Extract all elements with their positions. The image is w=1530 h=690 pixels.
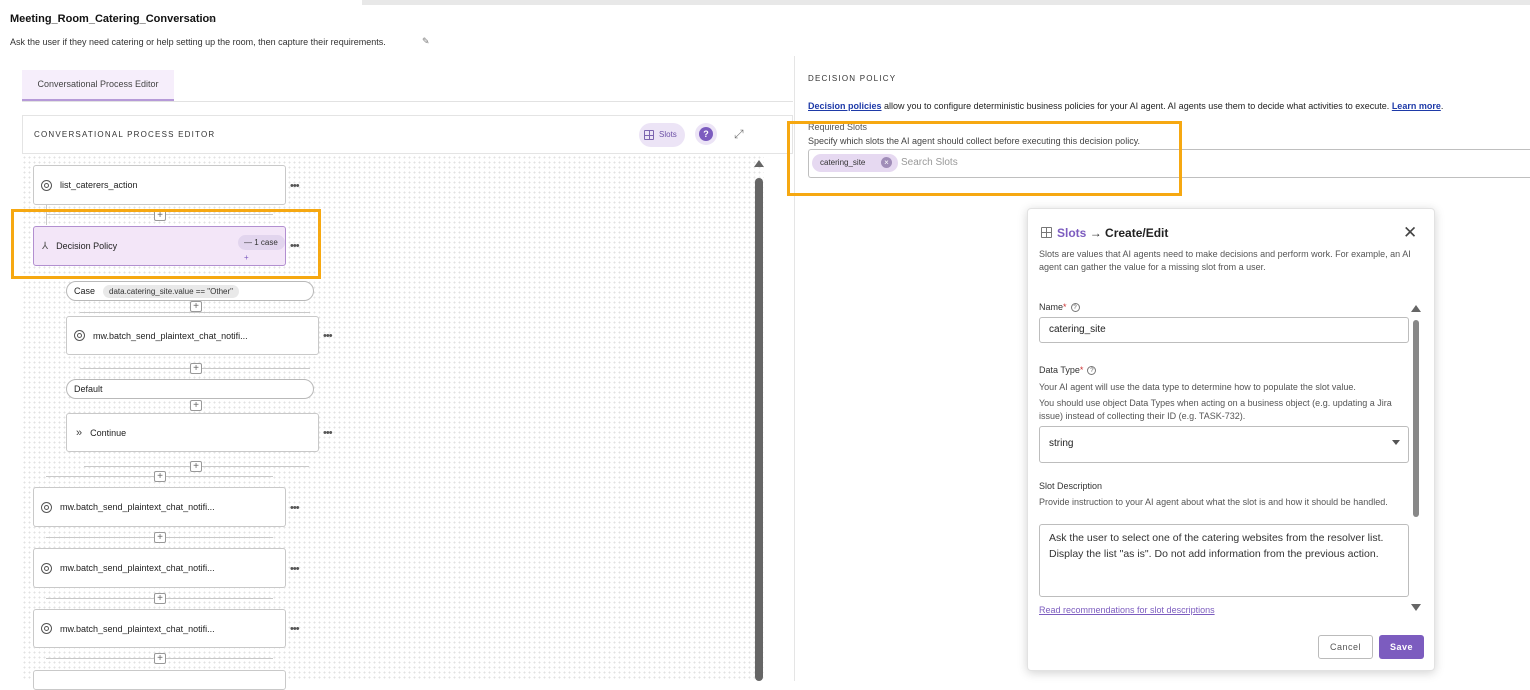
node-menu-button[interactable]: •••: [290, 563, 300, 575]
modal-title-slots[interactable]: Slots: [1057, 226, 1086, 240]
action-icon: [41, 623, 52, 634]
data-type-help-2: You should use object Data Types when ac…: [1039, 398, 1392, 421]
node-menu-button[interactable]: •••: [290, 623, 300, 635]
help-icon: ?: [699, 127, 713, 141]
edit-title-pencil-icon[interactable]: ✎: [207, 15, 215, 26]
modal-title-main: Create/Edit: [1105, 226, 1169, 240]
scroll-up-icon[interactable]: [754, 160, 764, 167]
slots-button[interactable]: Slots: [639, 123, 685, 147]
scroll-up-icon[interactable]: [1411, 305, 1421, 312]
data-type-select[interactable]: string: [1039, 426, 1409, 463]
data-type-field-label: Data Type*?: [1039, 365, 1097, 376]
chevron-down-icon[interactable]: [1392, 440, 1400, 445]
name-input-value: catering_site: [1049, 324, 1106, 335]
editor-header-title: CONVERSATIONAL PROCESS EDITOR: [34, 130, 216, 139]
node-menu-button[interactable]: •••: [323, 330, 333, 342]
case-pill[interactable]: Case data.catering_site.value == "Other": [66, 281, 314, 301]
slots-icon: [1041, 227, 1052, 238]
add-step-button[interactable]: +: [154, 471, 166, 482]
help-icon[interactable]: ?: [1087, 366, 1097, 376]
required-marker: *: [1063, 302, 1067, 312]
node-label: list_caterers_action: [60, 180, 138, 190]
slot-description-help: Provide instruction to your AI agent abo…: [1039, 497, 1388, 507]
node-notify-3[interactable]: mw.batch_send_plaintext_chat_notifi...: [33, 609, 286, 648]
modal-scrollbar[interactable]: [1411, 305, 1421, 612]
required-marker: *: [1079, 365, 1084, 375]
default-pill[interactable]: Default: [66, 379, 314, 399]
node-notify-2[interactable]: mw.batch_send_plaintext_chat_notifi...: [33, 548, 286, 588]
tab-conversational-process-editor[interactable]: Conversational Process Editor: [22, 70, 174, 101]
node-label: mw.batch_send_plaintext_chat_notifi...: [60, 563, 215, 573]
add-step-button[interactable]: +: [154, 653, 166, 664]
add-step-button[interactable]: +: [154, 532, 166, 543]
data-type-value: string: [1049, 438, 1074, 449]
action-icon: [41, 501, 52, 513]
expand-icon[interactable]: ⤢: [734, 127, 744, 142]
node-list-caterers[interactable]: list_caterers_action: [33, 165, 286, 205]
learn-more-link[interactable]: Learn more: [1392, 101, 1441, 111]
add-step-button[interactable]: +: [190, 461, 202, 472]
name-field-label: Name*?: [1039, 302, 1080, 313]
node-label: Continue: [90, 427, 127, 438]
description-period: .: [1440, 101, 1444, 111]
action-icon: [41, 562, 52, 574]
data-type-label-text: Data Type: [1039, 365, 1080, 375]
node-menu-button[interactable]: •••: [290, 502, 300, 514]
node-continue[interactable]: » Continue: [66, 413, 319, 452]
case-condition: data.catering_site.value == "Other": [103, 284, 239, 298]
node-notify-1[interactable]: mw.batch_send_plaintext_chat_notifi...: [33, 487, 286, 527]
add-step-button[interactable]: +: [190, 301, 202, 312]
help-icon[interactable]: ?: [1070, 303, 1080, 313]
cancel-button[interactable]: Cancel: [1318, 635, 1373, 659]
continue-icon: »: [76, 426, 83, 439]
save-button[interactable]: Save: [1379, 635, 1424, 659]
node-label: mw.batch_send_plaintext_chat_notifi...: [60, 502, 215, 512]
node-case-action[interactable]: mw.batch_send_plaintext_chat_notifi...: [66, 316, 319, 355]
node-label: mw.batch_send_plaintext_chat_notifi...: [60, 623, 215, 634]
node-next-partial[interactable]: [33, 670, 286, 690]
edit-description-pencil-icon[interactable]: ✎: [422, 36, 430, 47]
slots-icon: [644, 130, 654, 140]
modal-intro: Slots are values that AI agents need to …: [1039, 249, 1411, 272]
action-icon: [74, 330, 85, 341]
decision-policy-desc-text: allow you to configure deterministic bus…: [881, 101, 1392, 111]
top-tab-strip-inactive: [362, 0, 1530, 5]
default-label: Default: [74, 384, 103, 394]
slot-description-value: Ask the user to select one of the cateri…: [1049, 532, 1384, 560]
slot-description-textarea[interactable]: Ask the user to select one of the cateri…: [1039, 524, 1409, 597]
data-type-help-1: Your AI agent will use the data type to …: [1039, 382, 1356, 392]
modal-title: Slots → Create/Edit: [1057, 226, 1168, 240]
top-tab-strip: [0, 0, 360, 5]
add-step-button[interactable]: +: [190, 400, 202, 411]
slot-description-label: Slot Description: [1039, 481, 1103, 491]
modal-title-arrow: →: [1089, 226, 1102, 240]
add-step-button[interactable]: +: [190, 363, 202, 374]
scroll-down-icon[interactable]: [1411, 604, 1421, 611]
decision-policy-section-title: DECISION POLICY: [808, 74, 897, 83]
decision-policies-link[interactable]: Decision policies: [808, 101, 882, 111]
help-button[interactable]: ?: [695, 123, 717, 145]
tab-underline: [22, 101, 793, 102]
required-slots-highlight: [787, 121, 1182, 196]
recommendations-link[interactable]: Read recommendations for slot descriptio…: [1039, 605, 1215, 615]
close-icon[interactable]: ✕: [1403, 223, 1417, 243]
action-icon: [41, 179, 52, 191]
scroll-thumb[interactable]: [755, 178, 763, 681]
node-label: mw.batch_send_plaintext_chat_notifi...: [93, 330, 248, 341]
node-menu-button[interactable]: •••: [323, 427, 333, 439]
name-label-text: Name: [1039, 302, 1064, 312]
scroll-thumb[interactable]: [1413, 320, 1419, 517]
name-input[interactable]: catering_site: [1039, 317, 1409, 343]
add-step-button[interactable]: +: [154, 593, 166, 604]
page-description: Ask the user if they need catering or he…: [10, 37, 386, 47]
canvas-scrollbar[interactable]: [754, 160, 764, 681]
slots-button-label: Slots: [659, 130, 677, 139]
decision-policy-highlight: [11, 209, 321, 279]
case-label: Case: [74, 286, 96, 296]
page-title: Meeting_Room_Catering_Conversation: [10, 13, 216, 25]
node-menu-button[interactable]: •••: [290, 180, 300, 192]
connector: [80, 312, 310, 313]
decision-policy-description: Decision policies allow you to configure…: [808, 101, 1443, 111]
